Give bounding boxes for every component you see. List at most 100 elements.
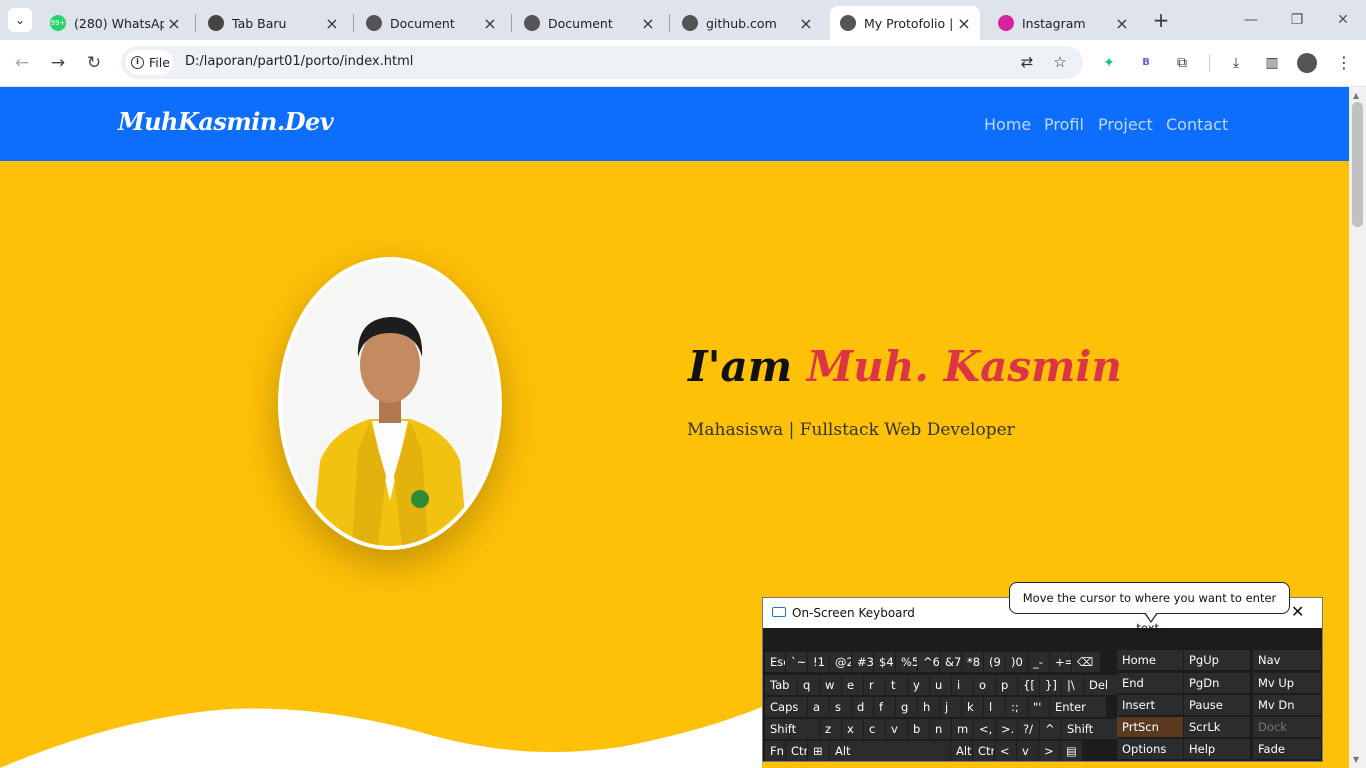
osk-key[interactable]: @2 xyxy=(830,652,851,672)
osk-key[interactable]: "' xyxy=(1028,697,1049,717)
osk-key[interactable]: q xyxy=(798,675,819,695)
nav-project[interactable]: Project xyxy=(1098,115,1153,134)
minimize-button[interactable]: — xyxy=(1236,8,1266,32)
osk-key[interactable]: <, xyxy=(974,719,995,739)
osk-nav-key[interactable]: End xyxy=(1117,673,1183,693)
browser-tab[interactable]: Instagram × xyxy=(988,6,1138,40)
close-window-button[interactable]: ✕ xyxy=(1328,8,1358,32)
osk-key[interactable]: h xyxy=(918,697,939,717)
translate-icon[interactable]: ⇄ xyxy=(1017,53,1037,71)
extensions-puzzle-icon[interactable]: ⧉ xyxy=(1171,52,1193,74)
extension-b-icon[interactable]: B xyxy=(1135,52,1157,74)
osk-key[interactable]: Caps xyxy=(765,697,807,717)
side-panel-icon[interactable]: ▥ xyxy=(1261,52,1283,74)
osk-key[interactable]: >. xyxy=(996,719,1017,739)
osk-key[interactable]: $4 xyxy=(874,652,895,672)
osk-nav-key[interactable]: Nav xyxy=(1253,650,1321,670)
page-scrollbar[interactable]: ▲ ▼ xyxy=(1349,87,1366,768)
osk-key[interactable]: *8 xyxy=(962,652,983,672)
tab-close-icon[interactable]: × xyxy=(954,14,974,33)
osk-key[interactable]: u xyxy=(930,675,951,695)
osk-key[interactable]: Fn xyxy=(765,741,785,761)
osk-key[interactable]: %5 xyxy=(896,652,917,672)
osk-key[interactable]: ?/ xyxy=(1018,719,1039,739)
osk-key[interactable]: > xyxy=(1039,741,1060,761)
osk-key[interactable]: p xyxy=(996,675,1017,695)
osk-nav-key[interactable]: PgUp xyxy=(1184,650,1250,670)
osk-key[interactable]: Ctrl xyxy=(786,741,807,761)
osk-key[interactable]: a xyxy=(808,697,829,717)
osk-key[interactable]: ▤ xyxy=(1061,741,1082,761)
forward-button[interactable]: → xyxy=(46,52,70,76)
tab-close-icon[interactable]: × xyxy=(638,14,658,33)
download-icon[interactable]: ⤓ xyxy=(1225,52,1247,74)
osk-key[interactable]: :; xyxy=(1006,697,1027,717)
tab-close-icon[interactable]: × xyxy=(164,14,184,33)
osk-key[interactable]: z xyxy=(820,719,841,739)
osk-key[interactable]: Del xyxy=(1084,675,1118,695)
osk-nav-key[interactable]: Fade xyxy=(1253,739,1321,759)
osk-key[interactable]: += xyxy=(1050,652,1071,672)
scroll-down-arrow[interactable]: ▼ xyxy=(1353,755,1359,764)
restore-button[interactable]: ❐ xyxy=(1282,8,1312,32)
nav-contact[interactable]: Contact xyxy=(1166,115,1228,134)
osk-key[interactable]: k xyxy=(962,697,983,717)
nav-profil[interactable]: Profil xyxy=(1044,115,1084,134)
osk-nav-key[interactable]: Home xyxy=(1117,650,1183,670)
tab-close-icon[interactable]: × xyxy=(1112,14,1132,33)
back-button[interactable]: ← xyxy=(10,52,34,76)
profile-avatar[interactable] xyxy=(1297,53,1317,73)
osk-key[interactable]: _- xyxy=(1028,652,1049,672)
site-brand[interactable]: MuhKasmin.Dev xyxy=(118,107,334,136)
osk-nav-key[interactable]: ScrLk xyxy=(1184,717,1250,737)
osk-key[interactable]: n xyxy=(930,719,951,739)
osk-close-icon[interactable]: ✕ xyxy=(1291,602,1304,621)
browser-tab[interactable]: github.com × xyxy=(672,6,822,40)
osk-key[interactable]: l xyxy=(984,697,1005,717)
osk-key[interactable]: < xyxy=(995,741,1016,761)
osk-key[interactable]: j xyxy=(940,697,961,717)
osk-key[interactable]: !1 xyxy=(808,652,829,672)
osk-key[interactable]: v xyxy=(1017,741,1038,761)
browser-tab[interactable]: Document × xyxy=(356,6,506,40)
osk-nav-key[interactable]: Insert xyxy=(1117,695,1183,715)
osk-nav-key[interactable]: Mv Dn xyxy=(1253,695,1321,715)
osk-key[interactable]: {[ xyxy=(1018,675,1039,695)
osk-key[interactable]: f xyxy=(874,697,895,717)
address-bar[interactable]: i File D:/laporan/part01/porto/index.htm… xyxy=(121,46,1083,79)
browser-tab[interactable]: Document × xyxy=(514,6,664,40)
osk-nav-key[interactable]: PgDn xyxy=(1184,673,1250,693)
tab-close-icon[interactable]: × xyxy=(796,14,816,33)
osk-key[interactable]: i xyxy=(952,675,973,695)
osk-key[interactable]: o xyxy=(974,675,995,695)
osk-key[interactable]: ⌫ xyxy=(1072,652,1100,672)
browser-tab[interactable]: Tab Baru × xyxy=(198,6,348,40)
osk-key[interactable]: ⊞ xyxy=(808,741,829,761)
osk-key[interactable]: v xyxy=(886,719,907,739)
url-text[interactable]: D:/laporan/part01/porto/index.html xyxy=(185,54,413,69)
osk-nav-key[interactable]: Dock xyxy=(1253,717,1321,737)
site-info-chip[interactable]: i File xyxy=(125,50,173,75)
browser-tab[interactable]: 99+ (280) WhatsApp× xyxy=(40,6,190,40)
bookmark-star-icon[interactable]: ☆ xyxy=(1050,53,1070,71)
osk-key[interactable]: m xyxy=(952,719,973,739)
osk-nav-key[interactable]: Options xyxy=(1117,739,1183,759)
osk-key[interactable]: Tab xyxy=(765,675,797,695)
extension-icon[interactable]: ✦ xyxy=(1098,52,1120,74)
osk-key[interactable]: g xyxy=(896,697,917,717)
osk-key[interactable]: ^6 xyxy=(918,652,939,672)
osk-key[interactable]: ^ xyxy=(1040,719,1061,739)
osk-key[interactable]: e xyxy=(842,675,863,695)
osk-key[interactable]: )0 xyxy=(1006,652,1027,672)
osk-key[interactable]: |\ xyxy=(1062,675,1083,695)
osk-key[interactable]: `~ xyxy=(786,652,807,672)
osk-key[interactable]: #3 xyxy=(852,652,873,672)
osk-key[interactable]: &7 xyxy=(940,652,961,672)
osk-key[interactable]: Shift xyxy=(1062,719,1118,739)
osk-key[interactable]: Esc xyxy=(765,652,785,672)
osk-nav-key[interactable]: Mv Up xyxy=(1253,673,1321,693)
osk-nav-key[interactable]: PrtScn xyxy=(1117,717,1183,737)
osk-key[interactable]: Enter xyxy=(1050,697,1106,717)
scroll-up-arrow[interactable]: ▲ xyxy=(1353,91,1359,100)
tab-close-icon[interactable]: × xyxy=(480,14,500,33)
